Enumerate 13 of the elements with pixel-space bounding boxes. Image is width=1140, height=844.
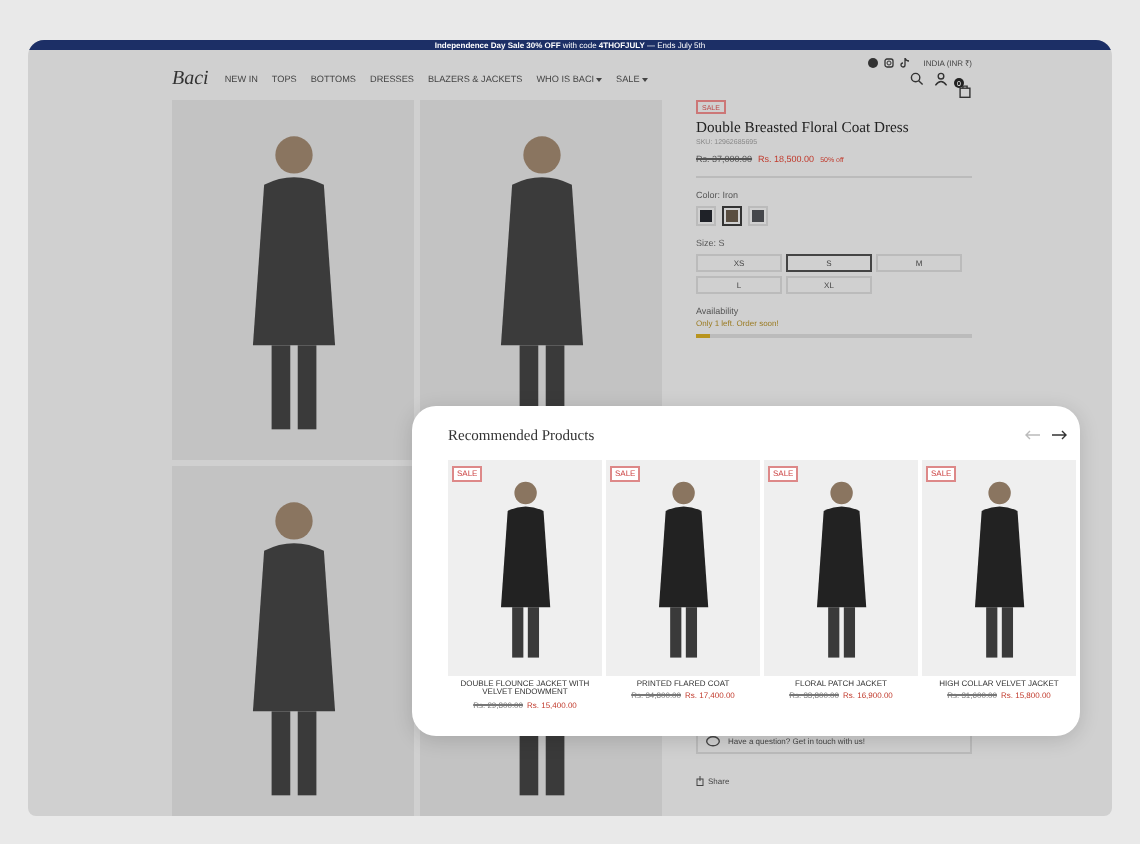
user-icon[interactable] xyxy=(934,72,948,86)
tiktok-icon[interactable] xyxy=(899,58,910,68)
next-arrow-icon[interactable] xyxy=(1052,429,1068,439)
bag-icon[interactable] xyxy=(958,84,972,98)
photo-placeholder[interactable] xyxy=(922,460,1076,676)
chat-icon xyxy=(706,735,720,747)
search-icon[interactable] xyxy=(910,72,924,86)
photo-placeholder[interactable] xyxy=(448,460,602,676)
instagram-icon[interactable] xyxy=(883,58,894,68)
share-icon xyxy=(696,775,704,785)
photo-placeholder[interactable] xyxy=(764,460,918,676)
photo-placeholder[interactable] xyxy=(606,460,760,676)
brand-logo[interactable]: Baci xyxy=(172,68,209,90)
